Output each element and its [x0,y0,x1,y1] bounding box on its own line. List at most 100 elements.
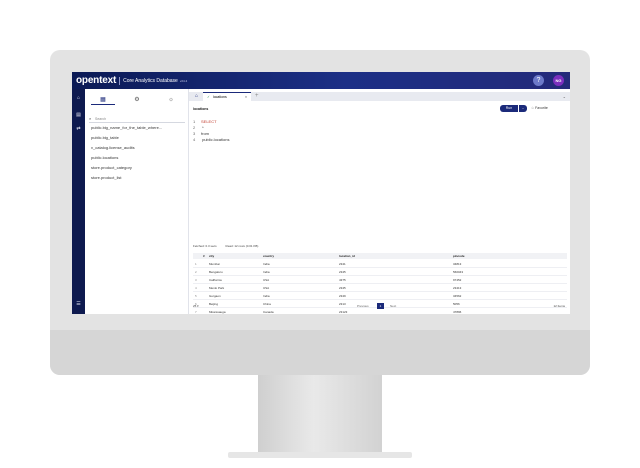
monitor-chin [50,330,590,375]
fetch-info: Fetched: 0.3 secs Read: 12 rows (0.01 KB… [193,244,266,248]
database-icon[interactable]: ▤ [75,112,82,119]
column-header[interactable]: location_id [339,253,355,259]
table-row[interactable]: 1 Mumbai India 2341 34813 [193,260,567,268]
run-button[interactable]: Run [500,105,518,112]
table-cell: India [263,262,270,266]
check-icon: ✓ [207,95,210,99]
search-placeholder: Search [95,117,107,121]
table-cell: 23413 [453,286,462,290]
search-icon: ⌕ [89,116,92,121]
table-cell: 3 [195,278,197,282]
table-cell: 34562 [453,294,462,298]
table-cell: India [263,270,270,274]
code-text: from [201,131,209,136]
table-header: # city country location_id pincode [193,253,567,259]
tree-item[interactable]: public.big_name_for_the_table_where... [91,125,162,130]
line-number: 2 [193,125,196,130]
tree-item[interactable]: store.product_list [91,175,121,180]
table-footer: 25 ▾ Previous 1 Next 12 Items [193,302,567,310]
search-input[interactable]: ⌕ Search [89,115,185,123]
row-count: Read: 12 rows (0.01 KB) [225,244,259,248]
product-name: Core Analytics Database [123,77,178,84]
code-text: * [201,125,204,130]
explorer-tabs: ▦ ⚙ ☼ [85,95,189,105]
page-number[interactable]: 1 [377,303,384,309]
column-header[interactable]: pincode [453,253,465,259]
tree-item[interactable]: v_catalog.license_audits [91,145,135,150]
next-button[interactable]: Next [390,302,396,310]
column-header[interactable]: country [263,253,274,259]
avatar[interactable]: NG [553,75,564,86]
home-tab-icon[interactable]: ⌂ [193,93,200,100]
list-icon[interactable]: ☰ [75,301,82,308]
app-screen: opentext Core Analytics Database v24.4 ?… [72,72,570,314]
table-cell: USA [263,286,270,290]
table-cell: Mumbai [209,262,220,266]
favorite-label: Favorite [535,106,548,110]
table-cell: California [209,278,222,282]
home-icon[interactable]: ⌂ [75,95,82,102]
page-size-select[interactable]: 25 ▾ [193,302,199,310]
table-cell: 2 [195,270,197,274]
table-cell: Gurgaon [209,294,221,298]
page-size-value: 25 [193,304,197,308]
table-row[interactable]: 4 Menlo Park USA 2345 23413 [193,284,567,292]
item-count: 12 Items [553,304,565,308]
editor-title: locations [193,107,209,111]
column-header[interactable]: # [203,253,205,259]
table-cell: 97452 [453,278,462,282]
settings-icon[interactable]: ⚙ [125,95,149,105]
flow-icon[interactable]: ⇄ [75,126,82,133]
brand-logo: opentext [76,75,117,86]
code-text: public.locations [201,137,230,142]
table-cell: Menlo Park [209,286,225,290]
tab-strip: ⌂ ✓ locations × + ⌄ [189,92,570,101]
add-tab-icon[interactable]: + [255,92,259,101]
table-icon[interactable]: ▦ [91,95,115,105]
previous-button[interactable]: Previous [357,302,369,310]
table-cell: 2341 [339,262,346,266]
tab-locations[interactable]: ✓ locations × [203,92,251,101]
code-text: SELECT [201,119,217,124]
monitor-stand [258,375,382,453]
table-cell: 2345 [339,270,346,274]
table-cell: 5 [195,294,197,298]
table-cell: 1 [195,262,197,266]
code-line[interactable]: 4 public.locations [193,137,229,142]
tab-label: locations [212,95,227,99]
main-area: ⌂ ✓ locations × + ⌄ locations Run ⌄ ☆ Fav… [189,89,570,314]
fetch-time: Fetched: 0.3 secs [193,244,217,248]
table-cell: USA [263,278,270,282]
tree-item[interactable]: public.locations [91,155,118,160]
table-row[interactable]: 5 Gurgaon India 2349 34562 [193,292,567,300]
table-cell: 4375 [339,278,346,282]
table-cell: Bengaluru [209,270,223,274]
run-options-button[interactable]: ⌄ [519,105,527,112]
favorite-button[interactable]: ☆ Favorite [531,106,548,110]
header-divider [119,76,121,85]
monitor-stage: opentext Core Analytics Database v24.4 ?… [0,0,640,468]
tree-item[interactable]: public.big_table [91,135,119,140]
product-version: v24.4 [179,79,188,83]
code-line[interactable]: 2 * [193,125,204,130]
table-row[interactable]: 3 California USA 4375 97452 [193,276,567,284]
table-cell: 4 [195,286,197,290]
line-number: 4 [193,137,196,142]
code-line[interactable]: 1 SELECT [193,119,217,124]
tree-item[interactable]: store.product_category [91,165,132,170]
app-header: opentext Core Analytics Database v24.4 ?… [72,72,570,89]
close-icon[interactable]: × [245,93,247,101]
code-line[interactable]: 3 from [193,131,209,136]
column-header[interactable]: city [209,253,214,259]
explorer-panel: ▦ ⚙ ☼ ⌕ Search public.big_name_for_the_t… [85,89,189,314]
line-number: 3 [193,131,196,136]
chevron-down-icon[interactable]: ⌄ [563,92,566,101]
help-icon[interactable]: ? [533,75,544,86]
table-row[interactable]: 2 Bengaluru India 2345 560043 [193,268,567,276]
monitor-base [228,452,412,458]
line-number: 1 [193,119,196,124]
left-rail: ⌂ ▤ ⇄ ☰ [72,89,85,314]
table-cell: 34813 [453,262,462,266]
bulb-icon[interactable]: ☼ [159,95,183,105]
table-cell: India [263,294,270,298]
